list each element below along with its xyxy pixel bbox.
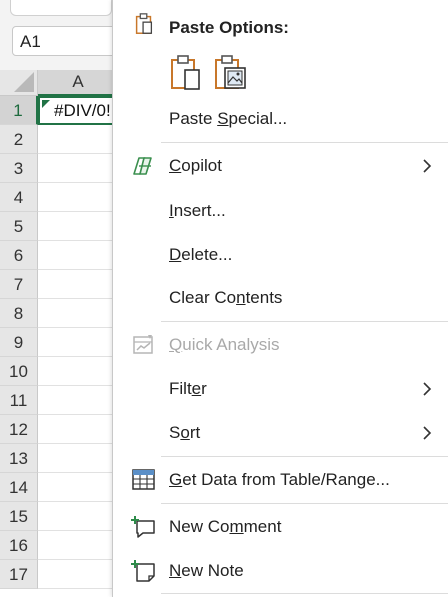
row-header-9[interactable]: 9 (0, 328, 38, 357)
cell-a5[interactable] (38, 212, 118, 241)
new-comment-label: New Comment (169, 517, 282, 536)
menu-item-filter[interactable]: Filter (113, 371, 448, 407)
active-cell-a1[interactable]: #DIV/0! (38, 96, 118, 125)
row-header-11[interactable]: 11 (0, 386, 38, 415)
row-header-16[interactable]: 16 (0, 531, 38, 560)
row-header-4[interactable]: 4 (0, 183, 38, 212)
cell-a4[interactable] (38, 183, 118, 212)
row-header-1[interactable]: 1 (0, 96, 38, 125)
row-header-6[interactable]: 6 (0, 241, 38, 270)
ribbon-control[interactable] (10, 0, 112, 16)
menu-item-get-data[interactable]: Get Data from Table/Range... (113, 462, 448, 498)
row-header-8[interactable]: 8 (0, 299, 38, 328)
new-note-icon (131, 560, 155, 582)
menu-item-delete[interactable]: Delete... (113, 237, 448, 273)
copilot-label: Copilot (169, 156, 222, 175)
menu-item-sort[interactable]: Sort (113, 415, 448, 451)
cell-a13[interactable] (38, 444, 118, 473)
row-header-10[interactable]: 10 (0, 357, 38, 386)
menu-item-insert[interactable]: Insert... (113, 193, 448, 229)
quick-analysis-label: Quick Analysis (169, 335, 280, 354)
get-data-label: Get Data from Table/Range... (169, 470, 390, 489)
error-indicator-icon (42, 100, 50, 108)
menu-item-paste-special[interactable]: Paste Special... (113, 101, 448, 137)
select-all-triangle-icon (14, 72, 34, 92)
quick-analysis-icon (133, 335, 153, 354)
clipboard-icon (135, 13, 153, 34)
menu-item-new-comment[interactable]: New Comment (113, 509, 448, 545)
row-header-7[interactable]: 7 (0, 270, 38, 299)
paste-keep-formatting-icon[interactable] (169, 54, 203, 92)
new-comment-icon (131, 516, 155, 538)
clear-contents-label: Clear Contents (169, 288, 283, 307)
table-icon (132, 469, 155, 490)
new-note-label: New Note (169, 561, 244, 580)
chevron-right-icon (423, 159, 432, 173)
cell-a7[interactable] (38, 270, 118, 299)
cells-column-a (38, 96, 118, 589)
select-all-corner[interactable] (0, 70, 38, 96)
copilot-icon (133, 157, 152, 175)
row-header-5[interactable]: 5 (0, 212, 38, 241)
cell-a15[interactable] (38, 502, 118, 531)
cell-a8[interactable] (38, 299, 118, 328)
menu-separator (161, 503, 448, 504)
row-header-12[interactable]: 12 (0, 415, 38, 444)
row-header-3[interactable]: 3 (0, 154, 38, 183)
column-header-a[interactable]: A (38, 70, 118, 96)
cell-a9[interactable] (38, 328, 118, 357)
cell-a11[interactable] (38, 386, 118, 415)
chevron-right-icon (423, 382, 432, 396)
row-header-13[interactable]: 13 (0, 444, 38, 473)
cell-a10[interactable] (38, 357, 118, 386)
row-headers: 1 2 3 4 5 6 7 8 9 10 11 12 13 14 15 16 17 (0, 96, 38, 589)
cell-a17[interactable] (38, 560, 118, 589)
chevron-right-icon (423, 426, 432, 440)
name-box[interactable]: A1 (12, 26, 116, 56)
paste-special-label: Paste Special... (169, 109, 288, 128)
menu-item-clear-contents[interactable]: Clear Contents (113, 280, 448, 316)
cell-a12[interactable] (38, 415, 118, 444)
menu-item-quick-analysis: Quick Analysis (113, 327, 448, 363)
insert-label: Insert... (169, 201, 226, 220)
cell-a16[interactable] (38, 531, 118, 560)
cell-a14[interactable] (38, 473, 118, 502)
menu-separator (161, 142, 448, 143)
cell-a6[interactable] (38, 241, 118, 270)
filter-label: Filter (169, 379, 207, 398)
cell-a2[interactable] (38, 125, 118, 154)
sort-label: Sort (169, 423, 201, 442)
cell-value: #DIV/0! (54, 101, 111, 120)
menu-separator (161, 456, 448, 457)
row-header-15[interactable]: 15 (0, 502, 38, 531)
row-header-14[interactable]: 14 (0, 473, 38, 502)
row-header-2[interactable]: 2 (0, 125, 38, 154)
menu-separator (161, 321, 448, 322)
menu-item-new-note[interactable]: New Note (113, 553, 448, 589)
delete-label: Delete... (169, 245, 233, 264)
menu-item-copilot[interactable]: Copilot (113, 148, 448, 184)
row-header-17[interactable]: 17 (0, 560, 38, 589)
paste-options-header: Paste Options: (113, 4, 448, 48)
cell-a3[interactable] (38, 154, 118, 183)
menu-separator (161, 593, 448, 594)
context-menu: Paste Options: Paste Special... Copilot … (112, 0, 448, 597)
paste-picture-icon[interactable] (213, 54, 247, 92)
paste-options-title: Paste Options: (169, 18, 289, 37)
